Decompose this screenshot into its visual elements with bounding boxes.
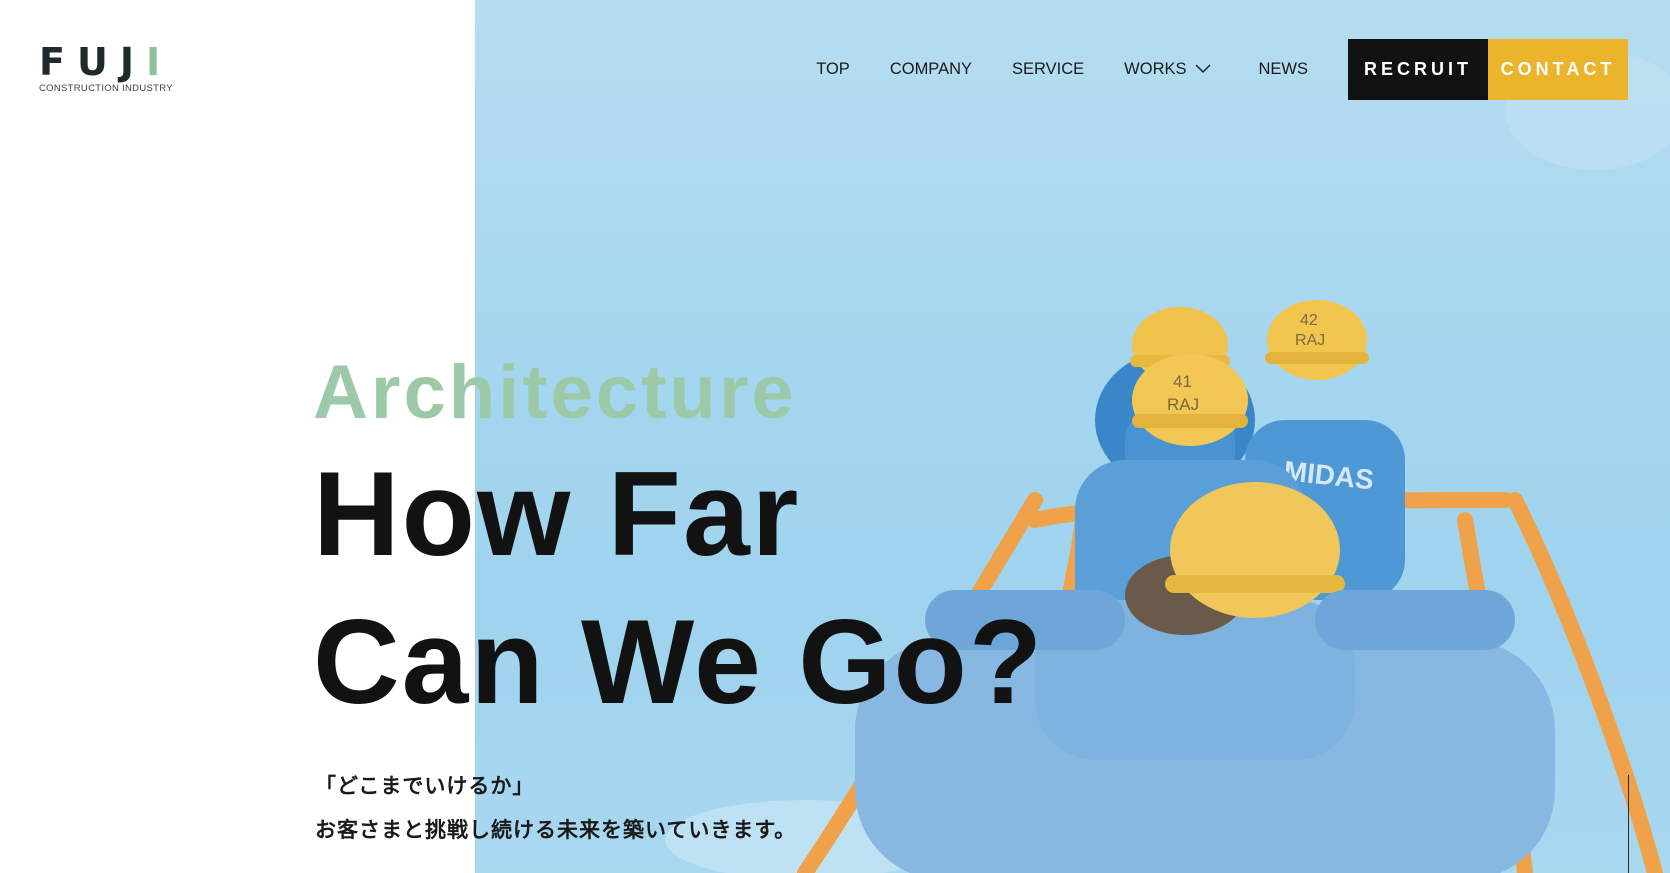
contact-button[interactable]: CONTACT	[1488, 39, 1628, 100]
svg-text:RAJ: RAJ	[1295, 332, 1325, 349]
hero-tagline: 「どこまでいけるか」 お客さまと挑戦し続ける未来を築いていきます。	[315, 765, 796, 853]
nav-top[interactable]: TOP	[816, 60, 850, 79]
nav-works[interactable]: WORKS	[1124, 60, 1210, 79]
svg-text:41: 41	[1173, 372, 1192, 391]
logo-wordmark: FUJI	[39, 40, 173, 84]
svg-text:RAJ: RAJ	[1167, 395, 1199, 414]
main-nav: TOP COMPANY SERVICE WORKS NEWS RECRUIT C…	[816, 39, 1628, 100]
hero-tagline-line-2: お客さまと挑戦し続ける未来を築いていきます。	[315, 819, 797, 842]
logo[interactable]: FUJI CONSTRUCTION INDUSTRY	[39, 40, 173, 94]
recruit-button[interactable]: RECRUIT	[1348, 39, 1488, 100]
hero-photo: MIDAS 42 RAJ 41 RAJ	[475, 0, 1670, 873]
nav-news[interactable]: NEWS	[1259, 60, 1309, 79]
hero-image-workers-climbing: MIDAS 42 RAJ 41 RAJ	[665, 50, 1670, 873]
hero-headline-line-1: How Far	[313, 447, 801, 581]
chevron-down-icon	[1195, 60, 1211, 79]
svg-text:42: 42	[1300, 312, 1318, 329]
hero-tagline-line-1: 「どこまでいけるか」	[315, 775, 535, 798]
page-frame: MIDAS 42 RAJ 41 RAJ FUJI CONSTRUCTION IN…	[0, 0, 1670, 873]
hero-headline: How Far Can We Go?	[313, 440, 1044, 736]
nav-works-label: WORKS	[1124, 60, 1187, 78]
hero-eyebrow: Architecture	[313, 350, 797, 435]
hero-headline-line-2: Can We Go?	[313, 595, 1045, 729]
scroll-indicator-line	[1628, 775, 1629, 873]
logo-subtitle: CONSTRUCTION INDUSTRY	[39, 83, 173, 94]
nav-service[interactable]: SERVICE	[1012, 60, 1084, 79]
nav-company[interactable]: COMPANY	[890, 60, 972, 79]
